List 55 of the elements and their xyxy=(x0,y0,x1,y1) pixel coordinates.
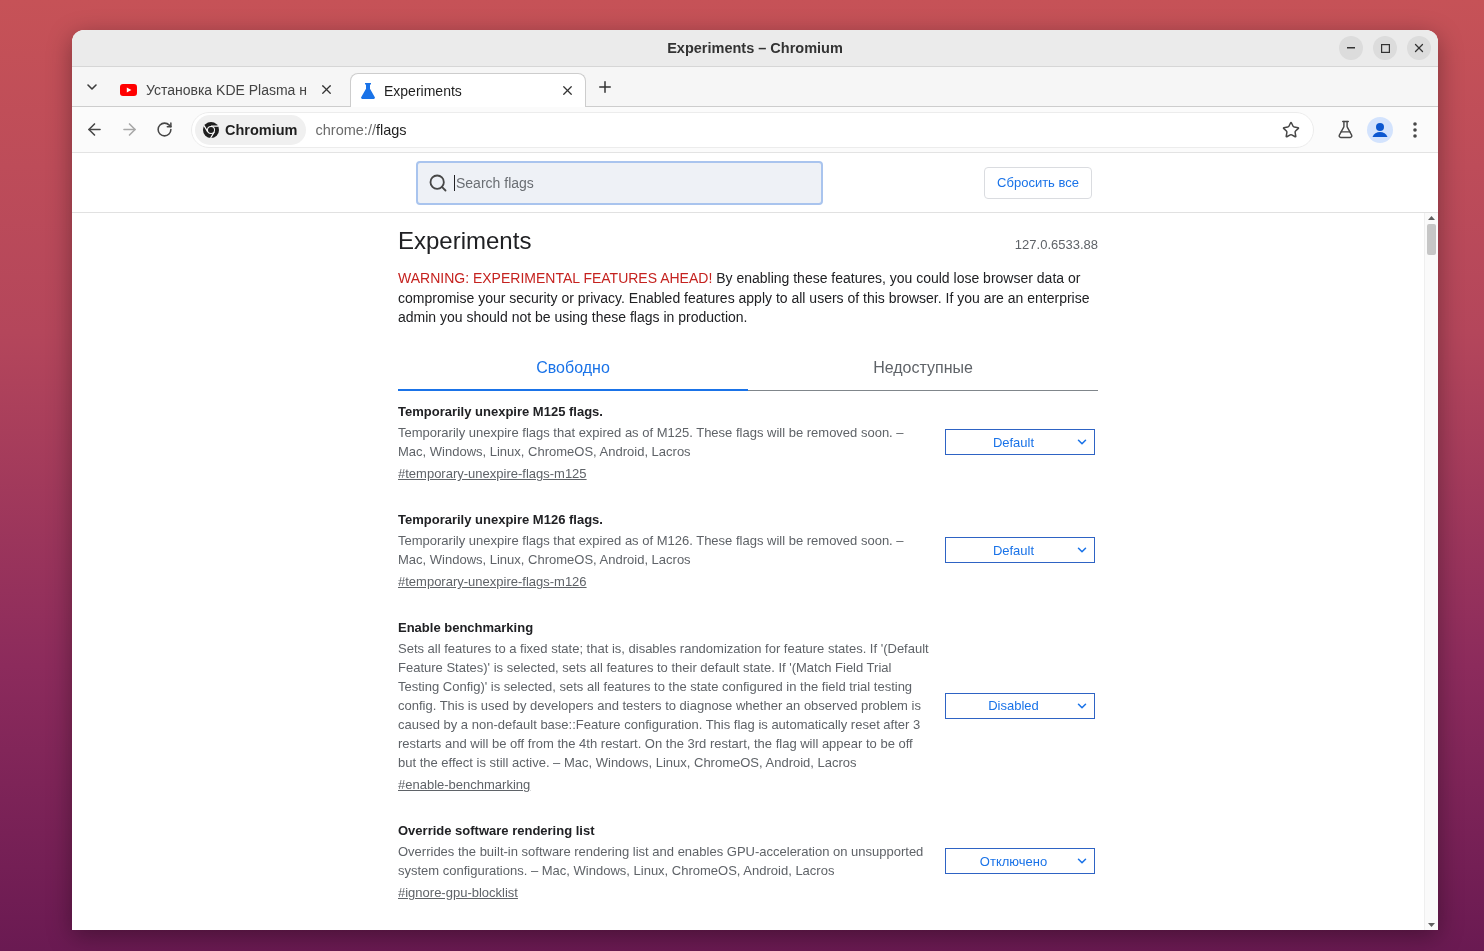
browser-tab[interactable]: Experiments xyxy=(350,73,586,107)
tab-title: Experiments xyxy=(384,82,463,99)
play-logo-icon xyxy=(120,83,137,96)
select-value: Default xyxy=(991,542,1036,558)
chromium-logo-icon xyxy=(203,121,219,138)
flag-description: Sets all features to a fixed state; that is, disables randomization for feature states. If '(Default Feature States)' is selected, sets all features to their default state. If '(Match Field Trial Testing Config)' is selected, sets all features to the state configured in the field trial testing config. This is used by developers and testers to diagnose whether an observed problem is caused by a non-default base::Feature configuration. This flag is automatically reset after 3 restarts and will be off from the 4th restart. On the 3rd restart, the flag will appear to be off but the effect is still active. – Mac, Windows, Linux, ChromeOS, Android, Lacros xyxy=(398,640,930,772)
flag-title: Override software rendering list xyxy=(398,821,595,840)
version-text: 127.0.6533.88 xyxy=(1014,237,1098,252)
warning-text: WARNING: EXPERIMENTAL FEATURES AHEAD! By enabling these features, you could lose browser data or compromise your security or privacy. Enabled features apply to all users of this browser. If you are an enterprise admin you should not be using these flags in production. xyxy=(398,269,1091,327)
scroll-up-arrow-icon[interactable] xyxy=(1428,216,1435,220)
maximize-button[interactable] xyxy=(1373,36,1397,60)
flag-select[interactable]: Отключено xyxy=(945,848,1095,875)
avatar-icon xyxy=(1367,116,1393,143)
flag-link[interactable]: #ignore-gpu-blocklist xyxy=(398,883,518,902)
maximize-icon xyxy=(1380,43,1390,53)
url-text: chrome://flags xyxy=(315,121,408,138)
flag-select[interactable]: Disabled xyxy=(945,692,1095,719)
flag-link[interactable]: #temporary-unexpire-flags-m126 xyxy=(398,572,587,591)
minimize-icon xyxy=(1347,47,1355,49)
close-icon xyxy=(1412,41,1426,55)
star-icon xyxy=(1282,120,1300,139)
select-value: Default xyxy=(991,434,1036,450)
close-button[interactable] xyxy=(1407,36,1431,60)
flag-title: Temporarily unexpire M126 flags. xyxy=(398,510,603,529)
flask-icon xyxy=(361,82,375,99)
select-value: Отключено xyxy=(978,853,1049,869)
reset-all-button[interactable]: Сбросить все xyxy=(984,166,1092,199)
select-value: Disabled xyxy=(987,698,1040,714)
scrollbar[interactable] xyxy=(1424,213,1438,930)
flag-select[interactable]: Default xyxy=(945,429,1095,456)
flag-title: Temporarily unexpire M125 flags. xyxy=(398,402,603,421)
window-title: Experiments – Chromium xyxy=(667,40,843,56)
search-icon xyxy=(428,172,448,193)
flag-title: Enable benchmarking xyxy=(398,618,534,637)
scroll-down-arrow-icon[interactable] xyxy=(1428,923,1435,927)
minimize-button[interactable] xyxy=(1339,36,1363,60)
tab-title: Установка KDE Plasma н xyxy=(146,81,308,98)
site-name: Chromium xyxy=(225,121,298,138)
search-field[interactable]: Search flags xyxy=(416,160,823,205)
flag-description: Temporarily unexpire flags that expired as of M125. These flags will be removed soon. – Mac, Windows, Linux, ChromeOS, Android, Lacros xyxy=(398,424,905,461)
menu-icon xyxy=(1413,121,1417,138)
page-tab[interactable]: Свободно xyxy=(398,347,748,391)
site-chip[interactable]: Chromium xyxy=(195,114,306,145)
scrollbar-thumb[interactable] xyxy=(1427,224,1436,255)
flag-select[interactable]: Default xyxy=(945,537,1095,564)
page-tab[interactable]: Недоступные xyxy=(748,347,1098,391)
flag-link[interactable]: #enable-benchmarking xyxy=(398,775,531,794)
flag-link[interactable]: #temporary-unexpire-flags-m125 xyxy=(398,464,587,483)
flag-description: Overrides the built-in software rendering list and enables GPU-acceleration on unsupported system configurations. – Mac, Windows, Linux, ChromeOS, Android, Lacros xyxy=(398,843,925,880)
address-bar[interactable]: Chromium chrome://flags xyxy=(191,111,1314,148)
browser-tab[interactable]: Установка KDE Plasma н xyxy=(109,72,345,106)
page-title: Experiments xyxy=(398,226,532,256)
flag-description: Temporarily unexpire flags that expired as of M126. These flags will be removed soon. – Mac, Windows, Linux, ChromeOS, Android, Lacros xyxy=(398,532,905,569)
reload-icon xyxy=(155,121,173,138)
text-cursor xyxy=(454,174,455,191)
